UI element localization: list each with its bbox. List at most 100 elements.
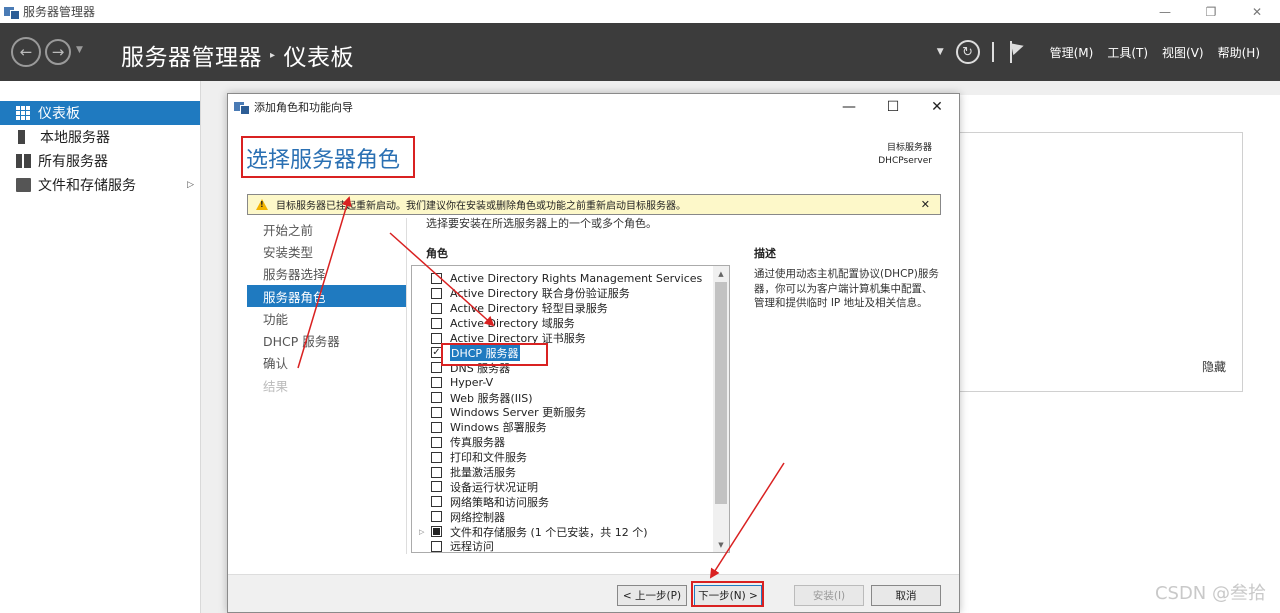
role-item[interactable]: Active Directory 域服务: [412, 316, 712, 331]
scroll-down-icon[interactable]: ▼: [713, 537, 729, 552]
role-item[interactable]: 远程访问: [412, 539, 712, 553]
role-item[interactable]: Web 服务器(IIS): [412, 390, 712, 405]
roles-tree: Active Directory Rights Management Servi…: [412, 271, 712, 553]
scroll-up-icon[interactable]: ▲: [713, 266, 729, 281]
role-label: 设备运行状况证明: [450, 480, 538, 494]
refresh-icon[interactable]: ↻: [955, 40, 980, 64]
menu-help[interactable]: 帮助(H): [1218, 44, 1260, 61]
history-dropdown-icon[interactable]: ▼: [76, 45, 83, 55]
role-checkbox[interactable]: [431, 317, 442, 329]
step-server-roles[interactable]: 服务器角色: [247, 284, 406, 308]
role-item[interactable]: Windows Server 更新服务: [412, 405, 712, 420]
close-icon[interactable]: ✕: [915, 94, 959, 120]
role-checkbox[interactable]: [431, 272, 442, 284]
target-server-label: 目标服务器: [886, 143, 932, 153]
role-checkbox[interactable]: [431, 287, 442, 299]
warning-text: 目标服务器已挂起重新启动。我们建议你在安装或删除角色或功能之前重新启动目标服务器…: [276, 201, 686, 212]
maximize-icon[interactable]: ☐: [871, 94, 915, 120]
role-checkbox[interactable]: [431, 377, 442, 389]
sidebar-item-file-storage[interactable]: 文件和存储服务 ▷: [0, 173, 200, 197]
server-manager-header: ← → ▼ 服务器管理器 ▸ 仪表板 ▼ ↻ 管理(M) 工具(T) 视图(V)…: [0, 23, 1280, 81]
role-item[interactable]: Active Directory 轻型目录服务: [412, 301, 712, 316]
role-label: 远程访问: [450, 540, 494, 553]
step-features[interactable]: 功能: [247, 307, 406, 329]
role-checkbox[interactable]: [431, 526, 442, 538]
role-checkbox[interactable]: [431, 302, 442, 314]
role-checkbox[interactable]: [431, 451, 442, 463]
forward-button[interactable]: →: [45, 39, 71, 65]
roles-scrollbar[interactable]: ▲ ▼: [713, 266, 729, 552]
storage-icon: [16, 178, 31, 192]
target-server-name: DHCPserver: [878, 156, 932, 166]
back-button[interactable]: ←: [11, 37, 41, 67]
wizard-steps: 开始之前 安装类型 服务器选择 服务器角色 功能 DHCP 服务器 确认 结果: [247, 218, 406, 396]
step-installation-type[interactable]: 安装类型: [247, 240, 406, 262]
roles-heading: 角色: [426, 247, 448, 260]
role-item[interactable]: 网络控制器: [412, 509, 712, 524]
role-item[interactable]: 批量激活服务: [412, 465, 712, 480]
role-label: 网络控制器: [450, 510, 505, 524]
role-item[interactable]: 网络策略和访问服务: [412, 494, 712, 509]
scroll-thumb[interactable]: [715, 282, 727, 504]
chevron-down-icon[interactable]: ▼: [937, 47, 944, 57]
role-item[interactable]: 设备运行状况证明: [412, 479, 712, 494]
role-item[interactable]: Active Directory 联合身份验证服务: [412, 286, 712, 301]
minimize-icon[interactable]: —: [1142, 0, 1188, 23]
wizard-titlebar: 添加角色和功能向导 — ☐ ✕: [228, 94, 959, 120]
breadcrumb: 服务器管理器 ▸ 仪表板: [121, 38, 354, 72]
step-dhcp-server[interactable]: DHCP 服务器: [247, 329, 406, 351]
role-label: Active Directory 轻型目录服务: [450, 302, 608, 316]
window-titlebar: 服务器管理器 — ❐ ✕: [0, 0, 1280, 23]
sidebar-item-all-servers[interactable]: 所有服务器: [0, 149, 200, 173]
role-item[interactable]: 打印和文件服务: [412, 450, 712, 465]
role-item[interactable]: 传真服务器: [412, 435, 712, 450]
close-icon[interactable]: ✕: [921, 198, 930, 211]
step-results: 结果: [263, 378, 289, 394]
expand-arrow-icon[interactable]: ▷: [419, 528, 431, 536]
cancel-button[interactable]: 取消: [871, 585, 941, 606]
role-checkbox[interactable]: [431, 421, 442, 433]
dashboard-icon: [16, 106, 31, 120]
sidebar-item-dashboard[interactable]: 仪表板: [0, 101, 200, 125]
step-before-you-begin[interactable]: 开始之前: [247, 218, 406, 240]
role-checkbox[interactable]: [431, 466, 442, 478]
step-confirmation[interactable]: 确认: [247, 352, 406, 374]
role-label: 文件和存储服务 (1 个已安装，共 12 个): [450, 525, 648, 539]
sidebar-item-label: 文件和存储服务: [38, 178, 136, 194]
role-checkbox[interactable]: [431, 496, 442, 508]
restore-icon[interactable]: ❐: [1188, 0, 1234, 23]
window-title: 服务器管理器: [23, 5, 96, 19]
role-checkbox[interactable]: [431, 332, 442, 344]
role-label: Windows 部署服务: [450, 421, 547, 435]
role-checkbox[interactable]: [431, 406, 442, 418]
sidebar-item-label: 所有服务器: [38, 154, 108, 170]
role-checkbox[interactable]: [431, 392, 442, 404]
role-checkbox[interactable]: [431, 436, 442, 448]
sidebar-item-local-server[interactable]: 本地服务器: [0, 125, 200, 149]
role-item[interactable]: Windows 部署服务: [412, 420, 712, 435]
divider: [406, 218, 407, 554]
sidebar-item-label: 仪表板: [38, 106, 80, 122]
role-item[interactable]: Hyper-V: [412, 375, 712, 390]
annotation-box-next: [691, 581, 764, 607]
role-checkbox[interactable]: [431, 540, 442, 552]
role-label: Web 服务器(IIS): [450, 391, 533, 405]
minimize-icon[interactable]: —: [827, 94, 871, 120]
expand-arrow-icon[interactable]: ▷: [187, 180, 194, 190]
role-checkbox[interactable]: [431, 481, 442, 493]
role-label: Active Directory 联合身份验证服务: [450, 287, 630, 301]
menu-view[interactable]: 视图(V): [1162, 44, 1204, 61]
menu-tools[interactable]: 工具(T): [1107, 44, 1148, 61]
hide-link[interactable]: 隐藏: [1202, 358, 1226, 375]
role-item[interactable]: ▷ 文件和存储服务 (1 个已安装，共 12 个): [412, 524, 712, 539]
notifications-flag-icon[interactable]: [1009, 41, 1024, 63]
close-icon[interactable]: ✕: [1234, 0, 1280, 23]
role-label: Hyper-V: [450, 376, 494, 390]
annotation-box-title: [241, 136, 415, 178]
menu-manage[interactable]: 管理(M): [1050, 44, 1094, 61]
description-heading: 描述: [754, 247, 776, 260]
role-checkbox[interactable]: [431, 511, 442, 523]
previous-button[interactable]: < 上一步(P): [617, 585, 687, 606]
role-item[interactable]: Active Directory Rights Management Servi…: [412, 271, 712, 286]
step-server-selection[interactable]: 服务器选择: [247, 263, 406, 285]
